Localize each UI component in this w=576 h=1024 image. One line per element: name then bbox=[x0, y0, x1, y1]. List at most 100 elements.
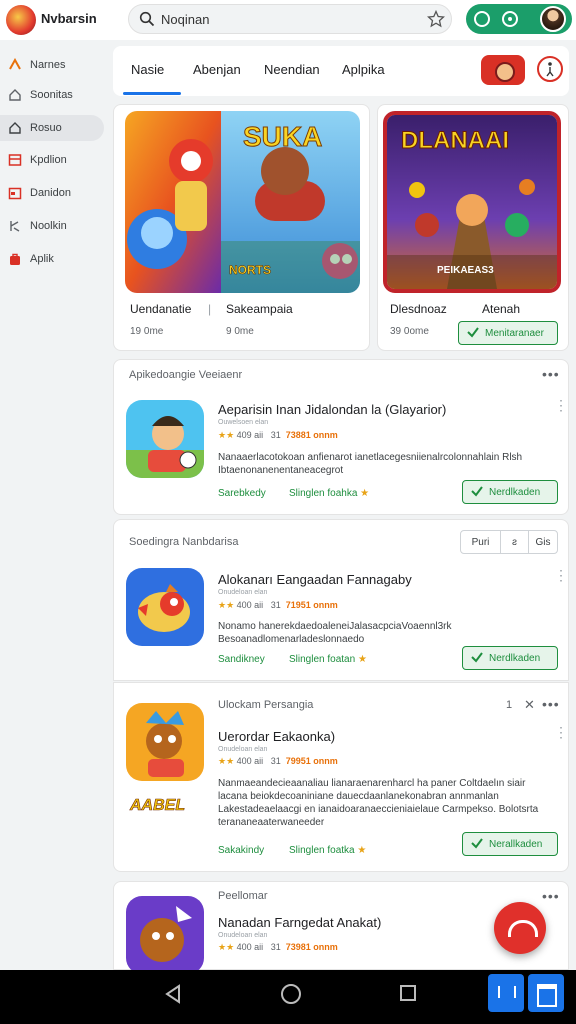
home-nav-icon[interactable] bbox=[281, 984, 301, 1004]
kebab-menu-icon[interactable]: ⋮ bbox=[554, 568, 568, 582]
chat-icon[interactable] bbox=[474, 11, 490, 27]
system-nav-bar bbox=[0, 970, 576, 1024]
featured-title: Dlesdnoaz bbox=[390, 302, 447, 316]
app-icon[interactable] bbox=[126, 568, 204, 646]
tab-aplpika[interactable]: Aplpika bbox=[342, 62, 385, 77]
tab-nasie[interactable]: Nasie bbox=[131, 62, 164, 77]
link-details[interactable]: Sandikney bbox=[218, 654, 265, 665]
install-label: Menitaranaer bbox=[485, 328, 544, 339]
check-icon bbox=[471, 486, 483, 497]
section-title: Soedingra Nanbdarisa bbox=[129, 536, 239, 548]
more-options-icon[interactable]: ••• bbox=[542, 366, 560, 382]
install-label: Nerdlkaden bbox=[489, 653, 541, 664]
sidebar-item-rosuo[interactable]: Rosuo bbox=[0, 115, 104, 141]
avatar[interactable] bbox=[540, 6, 566, 32]
record-icon[interactable] bbox=[502, 11, 518, 27]
app-name[interactable]: Uerordar Eakaonka) bbox=[218, 729, 335, 744]
sidebar-item-narnes[interactable]: Narnes bbox=[0, 52, 104, 78]
rating-meta-b: 31 bbox=[270, 942, 281, 952]
app-developer: Onudeloan elan bbox=[218, 746, 268, 753]
banner-subtitle: PEIKAEAS3 bbox=[437, 265, 494, 276]
search-bar[interactable] bbox=[128, 4, 452, 34]
back-icon[interactable] bbox=[164, 984, 182, 1004]
app-name[interactable]: Aeparisin Inan Jidalondan la (Glayarior) bbox=[218, 402, 446, 417]
app-icon[interactable] bbox=[126, 896, 204, 974]
app-developer: Ouwelsoen elan bbox=[218, 419, 269, 426]
segment-option[interactable]: Puri bbox=[461, 531, 501, 553]
tab-abenjan[interactable]: Abenjan bbox=[193, 62, 241, 77]
sidebar-item-label: Narnes bbox=[30, 59, 66, 71]
link-more[interactable]: Slinglen foatka bbox=[289, 845, 366, 856]
app-section-card: Ulockam Persangia 1 ✕ ••• AABEL Uerordar… bbox=[113, 682, 569, 872]
bag-icon bbox=[10, 253, 20, 265]
floating-action-button[interactable] bbox=[494, 902, 546, 954]
sidebar-item-noolkin[interactable]: Noolkin bbox=[0, 213, 104, 239]
app-icon[interactable] bbox=[126, 400, 204, 478]
download-count: 71951 onnm bbox=[285, 600, 338, 610]
close-icon[interactable]: ✕ bbox=[524, 697, 535, 713]
broken-icon bbox=[10, 221, 20, 232]
search-icon bbox=[139, 11, 155, 27]
sidebar-item-kpdlion[interactable]: Kpdlion bbox=[0, 147, 104, 173]
split-screen-icon[interactable] bbox=[488, 974, 524, 1012]
link-more[interactable]: Slinglen foahka bbox=[289, 488, 369, 499]
app-developer: Onudeloan elan bbox=[218, 932, 268, 939]
tab-underline bbox=[123, 92, 181, 95]
featured-banner-image[interactable]: SUKA NORTS bbox=[125, 111, 360, 293]
install-label: Nerdlkaden bbox=[489, 487, 541, 498]
more-options-icon[interactable]: ••• bbox=[542, 696, 560, 712]
install-button[interactable]: Nerdlkaden bbox=[462, 646, 558, 670]
app-name[interactable]: Nanadan Farngedat Anakat) bbox=[218, 915, 381, 930]
home-outline-icon bbox=[9, 122, 21, 134]
install-label: Nerallkaden bbox=[489, 839, 543, 850]
more-options-icon[interactable]: ••• bbox=[542, 888, 560, 904]
tab-neendian[interactable]: Neendian bbox=[264, 62, 320, 77]
sidebar-item-danidon[interactable]: Danidon bbox=[0, 180, 104, 206]
segment-option[interactable]: ƨ bbox=[501, 531, 529, 553]
app-description: Nanaaerlacotokoan anfienarot ianetlacege… bbox=[218, 452, 523, 476]
kebab-menu-icon[interactable]: ⋮ bbox=[554, 398, 568, 412]
featured-title-left: Uendanatie bbox=[130, 302, 192, 316]
star-outline-icon[interactable] bbox=[427, 10, 445, 28]
rating-meta-a: 400 aii bbox=[236, 756, 264, 766]
segment-option[interactable]: Gis bbox=[529, 531, 557, 553]
install-button[interactable]: Menitaranaer bbox=[458, 321, 558, 345]
app-rating: ★★ 400 aii 31 79951 onnm bbox=[218, 756, 338, 767]
accessibility-icon[interactable] bbox=[537, 56, 563, 82]
featured-meta-left: 19 0me bbox=[130, 326, 164, 337]
link-details[interactable]: Sakakindy bbox=[218, 845, 264, 856]
app-rating: ★★ 400 aii 31 71951 onnm bbox=[218, 600, 338, 611]
app-rating: ★★ 400 aii 31 73981 onnm bbox=[218, 942, 338, 953]
link-details[interactable]: Sarebkedy bbox=[218, 488, 266, 499]
install-button[interactable]: Nerallkaden bbox=[462, 832, 558, 856]
kebab-menu-icon[interactable]: ⋮ bbox=[554, 725, 568, 739]
game-shortcut-button[interactable] bbox=[481, 55, 525, 85]
star-icon bbox=[9, 58, 21, 70]
download-count: 79951 onnm bbox=[285, 756, 338, 766]
account-pill[interactable] bbox=[466, 4, 572, 34]
app-rating: ★★ 409 aii 31 73881 onnm bbox=[218, 430, 338, 441]
segmented-control[interactable]: Puri ƨ Gis bbox=[460, 530, 558, 554]
sidebar-item-label: Soonitas bbox=[30, 89, 73, 101]
home-icon bbox=[9, 89, 21, 101]
sidebar-item-label: Rosuo bbox=[30, 122, 62, 134]
banner-title: SUKA bbox=[242, 121, 323, 153]
app-logo[interactable] bbox=[6, 5, 36, 35]
sidebar-item-aplik[interactable]: Aplik bbox=[0, 246, 104, 272]
featured-card-2[interactable]: DLANAAI PEIKAEAS3 Dlesdnoaz Atenah 39 0o… bbox=[377, 104, 569, 351]
page-number: 1 bbox=[506, 699, 513, 711]
recents-icon[interactable] bbox=[400, 985, 416, 1001]
featured-banner-image[interactable]: DLANAAI PEIKAEAS3 bbox=[383, 111, 561, 293]
link-more[interactable]: Slinglen foatan bbox=[289, 654, 367, 665]
sidebar-item-soonitas[interactable]: Soonitas bbox=[0, 82, 104, 108]
app-icon[interactable] bbox=[126, 703, 204, 781]
sidebar-item-label: Aplik bbox=[30, 253, 54, 265]
app-name[interactable]: Alokanarı Eangaadan Fannagaby bbox=[218, 572, 412, 587]
window-icon[interactable] bbox=[528, 974, 564, 1012]
section-title: Ulockam Persangia bbox=[218, 699, 314, 711]
search-input[interactable] bbox=[161, 9, 411, 29]
featured-meta-right: 9 0me bbox=[226, 326, 254, 337]
check-icon bbox=[467, 327, 479, 338]
install-button[interactable]: Nerdlkaden bbox=[462, 480, 558, 504]
featured-card-1[interactable]: SUKA NORTS Uendanatie | Sakeampaia 19 0m… bbox=[113, 104, 370, 351]
